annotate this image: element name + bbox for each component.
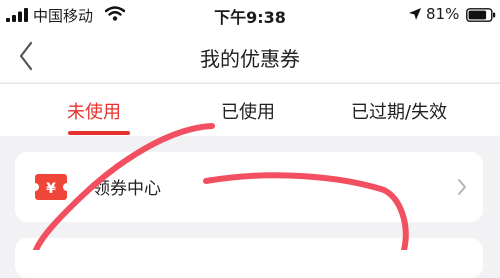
tab-expired[interactable]: 已过期/失效 (351, 98, 447, 124)
chevron-right-icon (458, 179, 466, 195)
next-card (15, 238, 483, 278)
battery-icon (466, 8, 496, 22)
tab-used[interactable]: 已使用 (221, 98, 275, 124)
yuan-glyph: ¥ (46, 181, 56, 197)
coupon-center-label: 领券中心 (93, 179, 161, 199)
coupon-ticket-icon: ¥ (35, 174, 67, 200)
coupon-status-tabs: 未使用 已使用 已过期/失效 (0, 83, 500, 136)
active-tab-indicator (68, 131, 130, 135)
status-time: 下午9:38 (214, 8, 286, 27)
battery-percentage: 81% (426, 5, 460, 23)
navigation-bar: 我的优惠券 (0, 30, 500, 82)
page-title: 我的优惠券 (200, 47, 300, 71)
location-arrow-icon (409, 8, 421, 20)
status-bar: 中国移动 下午9:38 81% (0, 0, 500, 30)
tab-unused[interactable]: 未使用 (67, 98, 121, 124)
coupon-center-row[interactable]: ¥ 领券中心 (15, 152, 483, 222)
